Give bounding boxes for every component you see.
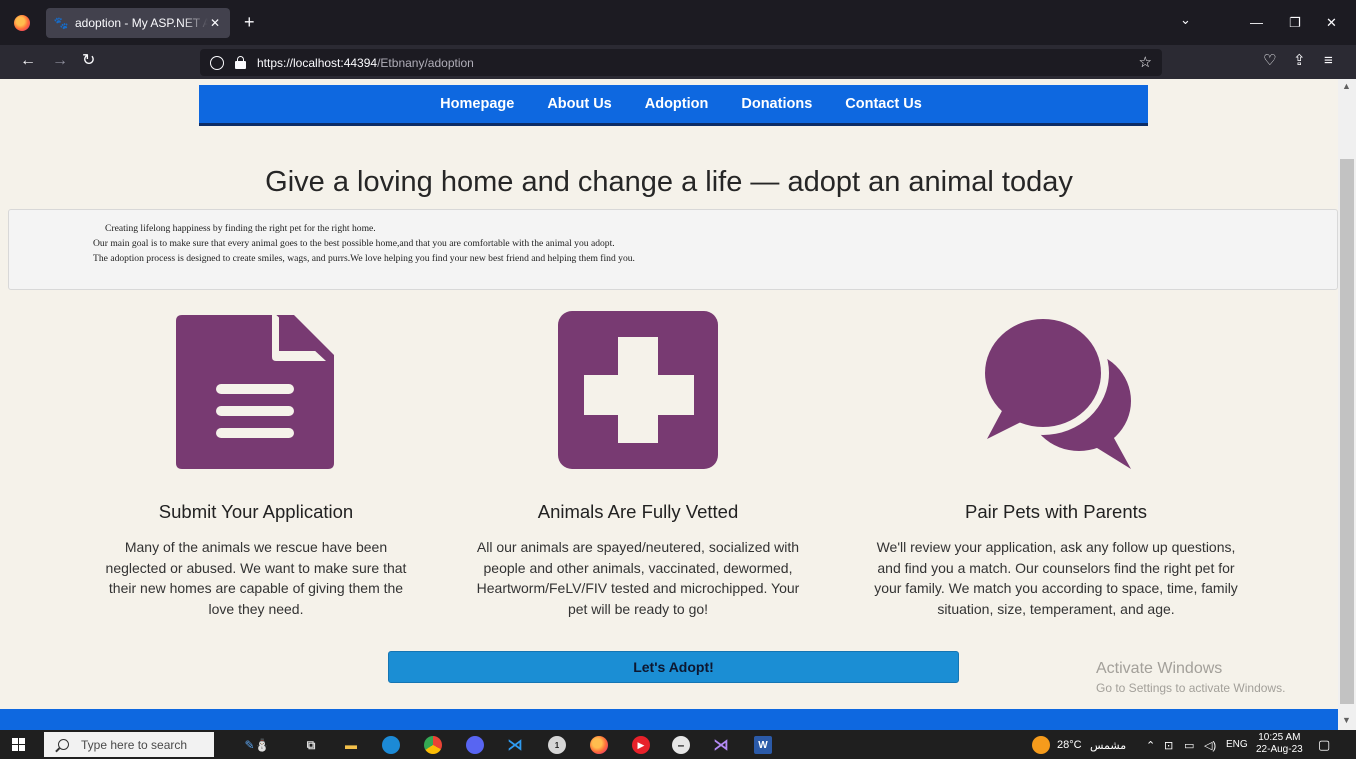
address-bar[interactable]: https://localhost:44394/Etbnany/adoption… [200,49,1162,76]
feature-pair-pets: Pair Pets with Parents We'll review your… [856,311,1256,619]
paw-favicon-icon: 🐾 [53,16,69,30]
medical-cross-icon [558,311,718,469]
restore-button[interactable]: ❐ [1289,15,1301,31]
word-icon[interactable]: W [754,736,772,754]
tab-title: adoption - My ASP.NET Applic [75,16,208,30]
feature-title: Pair Pets with Parents [965,501,1147,522]
taskbar-search-input[interactable]: Type here to search [44,732,214,757]
clock-time: 10:25 AM [1258,732,1301,743]
firefox-logo-icon[interactable] [14,15,30,31]
firefox-taskbar-icon[interactable] [590,736,608,754]
lock-icon[interactable] [234,56,247,69]
intro-line-3: The adoption process is designed to crea… [93,253,635,264]
lets-adopt-button[interactable]: Let's Adopt! [388,651,959,683]
nav-adoption[interactable]: Adoption [645,96,709,112]
page-scrollbar[interactable]: ▲ ▼ [1338,79,1356,730]
tab-list-chevron-icon[interactable]: ⌄ [1180,12,1191,28]
minimize-button[interactable]: — [1250,15,1263,30]
nav-contact-us[interactable]: Contact Us [845,96,922,112]
close-window-button[interactable]: ✕ [1326,15,1337,31]
taskbar-clock[interactable]: 10:25 AM 22-Aug-23 [1256,732,1303,756]
nav-homepage[interactable]: Homepage [440,96,514,112]
scroll-up-arrow-icon[interactable]: ▲ [1342,81,1351,91]
windows-start-icon[interactable] [12,738,25,751]
forward-arrow-icon[interactable]: → [52,53,68,69]
page-headline: Give a loving home and change a life — a… [265,166,1073,198]
scroll-down-arrow-icon[interactable]: ▼ [1342,715,1351,725]
reload-icon[interactable]: ↻ [82,53,95,69]
browser-title-bar: 🐾 adoption - My ASP.NET Applic ✕ + ⌄ — ❐… [0,0,1356,45]
bookmark-star-icon[interactable]: ☆ [1139,53,1152,71]
weather-description[interactable]: مشمس [1090,739,1126,752]
search-highlight-icon[interactable]: ✎⛄ [232,736,282,754]
scrollbar-thumb[interactable] [1340,159,1354,704]
intro-line-2: Our main goal is to make sure that every… [93,238,615,249]
feature-text: Many of the animals we rescue have been … [105,539,407,617]
weather-temperature[interactable]: 28°C [1057,739,1082,751]
weather-sun-icon[interactable] [1032,736,1050,754]
document-icon [176,311,334,469]
nav-donations[interactable]: Donations [741,96,812,112]
nav-about-us[interactable]: About Us [547,96,611,112]
activate-windows-watermark: Activate Windows Go to Settings to activ… [1096,660,1285,695]
browser-toolbar: ← → ↻ https://localhost:44394/Etbnany/ad… [0,45,1356,79]
menu-hamburger-icon[interactable]: ≡ [1324,53,1333,69]
feature-title: Animals Are Fully Vetted [537,501,739,522]
language-indicator[interactable]: ENG [1226,739,1248,750]
clock-date: 22-Aug-23 [1256,744,1303,755]
vscode-icon[interactable]: ⋊ [506,736,524,754]
intro-box: Creating lifelong happiness by finding t… [8,209,1338,290]
site-navigation: Homepage About Us Adoption Donations Con… [199,85,1148,126]
chat-bubbles-icon [977,311,1131,469]
watermark-line-1: Activate Windows [1096,660,1223,677]
feature-title: Submit Your Application [158,501,354,522]
visual-studio-icon[interactable]: ⋊ [712,736,730,754]
volume-icon[interactable]: ◁) [1204,739,1216,752]
whatsapp-badge: 1 [554,740,560,750]
share-icon[interactable]: ⇪ [1293,53,1306,69]
feature-text: All our animals are spayed/neutered, soc… [476,539,800,617]
chrome-icon[interactable] [424,736,442,754]
pocket-icon[interactable]: ♡ [1263,53,1276,69]
network-icon[interactable]: ▭ [1184,739,1194,752]
search-placeholder: Type here to search [81,737,188,752]
app-icon[interactable]: – [672,736,690,754]
task-view-icon[interactable]: ⧉ [302,736,320,754]
site-footer [0,709,1338,730]
feature-submit-application: Submit Your Application Many of the anim… [56,311,456,619]
notification-icon[interactable]: ▢ [1318,737,1330,753]
whatsapp-icon[interactable]: 1 [548,736,566,754]
media-player-icon[interactable]: ▶ [632,736,650,754]
feature-fully-vetted: Animals Are Fully Vetted All our animals… [438,311,838,619]
file-explorer-icon[interactable]: ▬ [342,736,360,754]
watermark-line-2: Go to Settings to activate Windows. [1096,681,1286,695]
new-tab-button[interactable]: + [244,13,255,31]
windows-taskbar: Type here to search ✎⛄ ⧉ ▬ ⋊ 1 ▶ – ⋊ W 2… [0,730,1356,759]
feature-text: We'll review your application, ask any f… [874,539,1238,617]
discord-icon[interactable] [466,736,484,754]
tray-app-icon[interactable]: ⊡ [1164,739,1173,752]
page-viewport: Homepage About Us Adoption Donations Con… [0,79,1338,730]
tray-chevron-up-icon[interactable]: ⌃ [1146,739,1155,752]
search-icon [58,739,69,750]
tracking-shield-icon[interactable] [210,55,224,70]
tab-close-icon[interactable]: ✕ [208,16,222,30]
back-arrow-icon[interactable]: ← [20,53,36,69]
url-text[interactable]: https://localhost:44394/Etbnany/adoption [257,56,474,70]
browser-tab[interactable]: 🐾 adoption - My ASP.NET Applic ✕ [46,8,230,38]
edge-icon[interactable] [382,736,400,754]
intro-line-1: Creating lifelong happiness by finding t… [105,223,376,234]
